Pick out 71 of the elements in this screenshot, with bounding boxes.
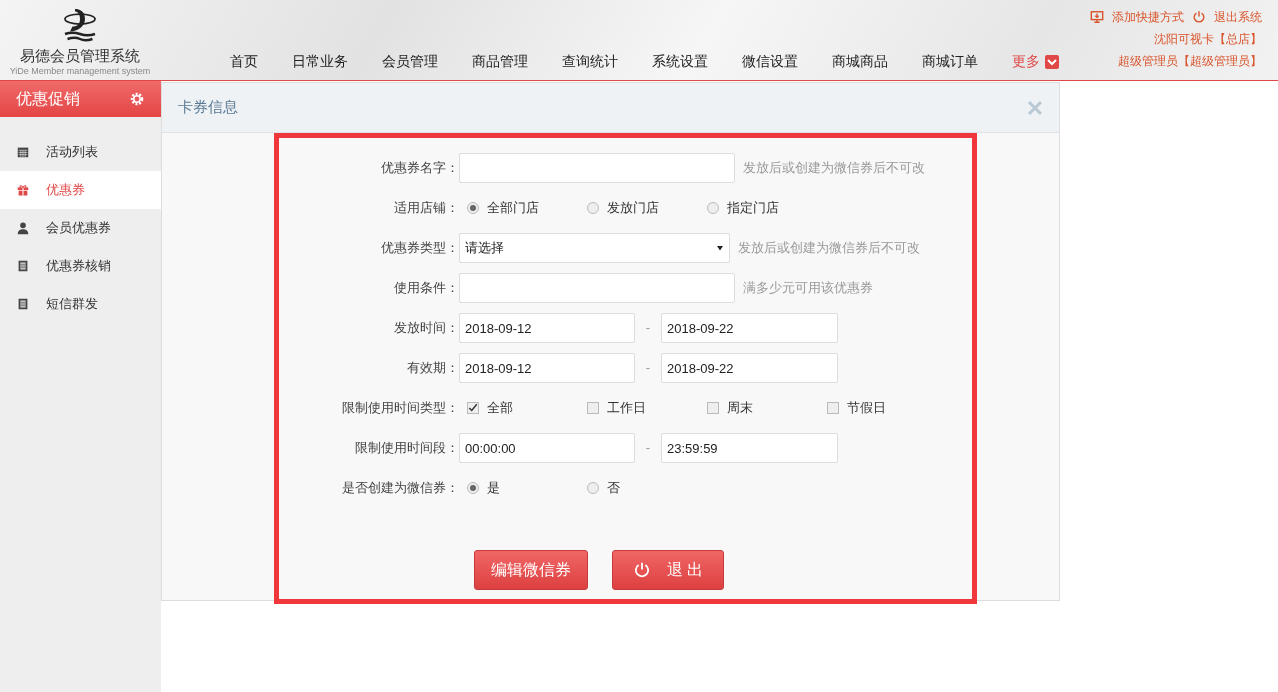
date-field[interactable]: 2018-09-12 <box>459 353 635 383</box>
check-icon <box>468 403 478 413</box>
nav-link[interactable]: 会员管理 <box>370 51 450 72</box>
radio-option[interactable]: 否 <box>587 478 707 498</box>
caret-down-icon <box>716 244 724 252</box>
sidebar-item[interactable]: 优惠券 <box>0 171 161 209</box>
nav-link[interactable]: 查询统计 <box>550 51 630 72</box>
text-field[interactable] <box>459 153 735 183</box>
range-separator: - <box>644 439 652 458</box>
radio-option[interactable]: 是 <box>467 478 587 498</box>
checkbox-option[interactable]: 工作日 <box>587 398 707 418</box>
sidebar-item[interactable]: 会员优惠券 <box>0 209 161 247</box>
field-label: 优惠券名字： <box>380 159 459 178</box>
shortcut-link[interactable]: 添加快捷方式 <box>1090 8 1184 26</box>
field-label: 限制使用时间段： <box>354 439 459 458</box>
power-icon <box>632 561 651 579</box>
date-field[interactable]: 2018-09-22 <box>661 313 838 343</box>
edit-button[interactable]: 编辑微信券 <box>474 550 588 590</box>
date-field[interactable]: 00:00:00 <box>459 433 635 463</box>
gift-icon <box>16 183 30 197</box>
sidebar-title: 优惠促销 <box>16 89 80 109</box>
person-icon <box>16 221 30 235</box>
nav-link[interactable]: 商城商品 <box>820 51 900 72</box>
sidebar-item[interactable]: 活动列表 <box>0 133 161 171</box>
store-name: 沈阳可视卡【总店】 <box>1154 31 1262 48</box>
radio-option[interactable]: 发放门店 <box>587 198 707 218</box>
document-icon <box>16 297 30 311</box>
field-label: 是否创建为微信券： <box>341 479 459 498</box>
date-field[interactable]: 2018-09-22 <box>661 353 838 383</box>
hint-text: 发放后或创建为微信券后不可改 <box>738 239 920 258</box>
nav-link[interactable]: 微信设置 <box>730 51 810 72</box>
checkbox-option[interactable]: 节假日 <box>827 398 947 418</box>
field-label: 使用条件： <box>393 279 459 298</box>
field-label: 限制使用时间类型： <box>341 399 459 418</box>
checkbox-option[interactable]: 全部 <box>467 398 587 418</box>
text-field[interactable] <box>459 273 735 303</box>
settings-icon <box>129 91 145 107</box>
radio-option[interactable]: 指定门店 <box>707 198 827 218</box>
hint-text: 满多少元可用该优惠券 <box>743 279 873 298</box>
document-icon <box>16 259 30 273</box>
range-separator: - <box>644 319 652 338</box>
field-label: 有效期： <box>406 359 459 378</box>
nav-link[interactable]: 系统设置 <box>640 51 720 72</box>
logo-subtitle: YiDe Member management system <box>9 67 151 76</box>
monitor-icon <box>1090 10 1104 24</box>
field-label: 优惠券类型： <box>380 239 459 258</box>
radio-option[interactable]: 全部门店 <box>467 198 587 218</box>
logo-title: 易德会员管理系统 <box>20 48 140 63</box>
power-icon <box>1192 10 1206 24</box>
close-button[interactable] <box>1027 99 1043 116</box>
sidebar-item[interactable]: 短信群发 <box>0 285 161 323</box>
range-separator: - <box>644 359 652 378</box>
user-name: 超级管理员【超级管理员】 <box>1118 53 1262 70</box>
checkbox-option[interactable]: 周末 <box>707 398 827 418</box>
sidebar-item[interactable]: 优惠券核销 <box>0 247 161 285</box>
date-field[interactable]: 23:59:59 <box>661 433 838 463</box>
date-field[interactable]: 2018-09-12 <box>459 313 635 343</box>
hint-text: 发放后或创建为微信券后不可改 <box>743 159 925 178</box>
exit-button[interactable]: 退 出 <box>612 550 724 590</box>
field-label: 发放时间： <box>393 319 459 338</box>
nav-link[interactable]: 商品管理 <box>460 51 540 72</box>
nav-link[interactable]: 商城订单 <box>910 51 990 72</box>
close-icon <box>1027 99 1043 116</box>
nav-link[interactable]: 日常业务 <box>280 51 360 72</box>
field-label: 适用店铺： <box>393 199 459 218</box>
dropdown[interactable]: 请选择 <box>459 233 730 263</box>
chevron-down-icon <box>1044 53 1060 70</box>
panel-title: 卡券信息 <box>178 97 238 118</box>
logout-link[interactable]: 退出系统 <box>1192 8 1262 26</box>
calendar-icon <box>16 145 30 159</box>
nav-link[interactable]: 首页 <box>218 51 270 72</box>
